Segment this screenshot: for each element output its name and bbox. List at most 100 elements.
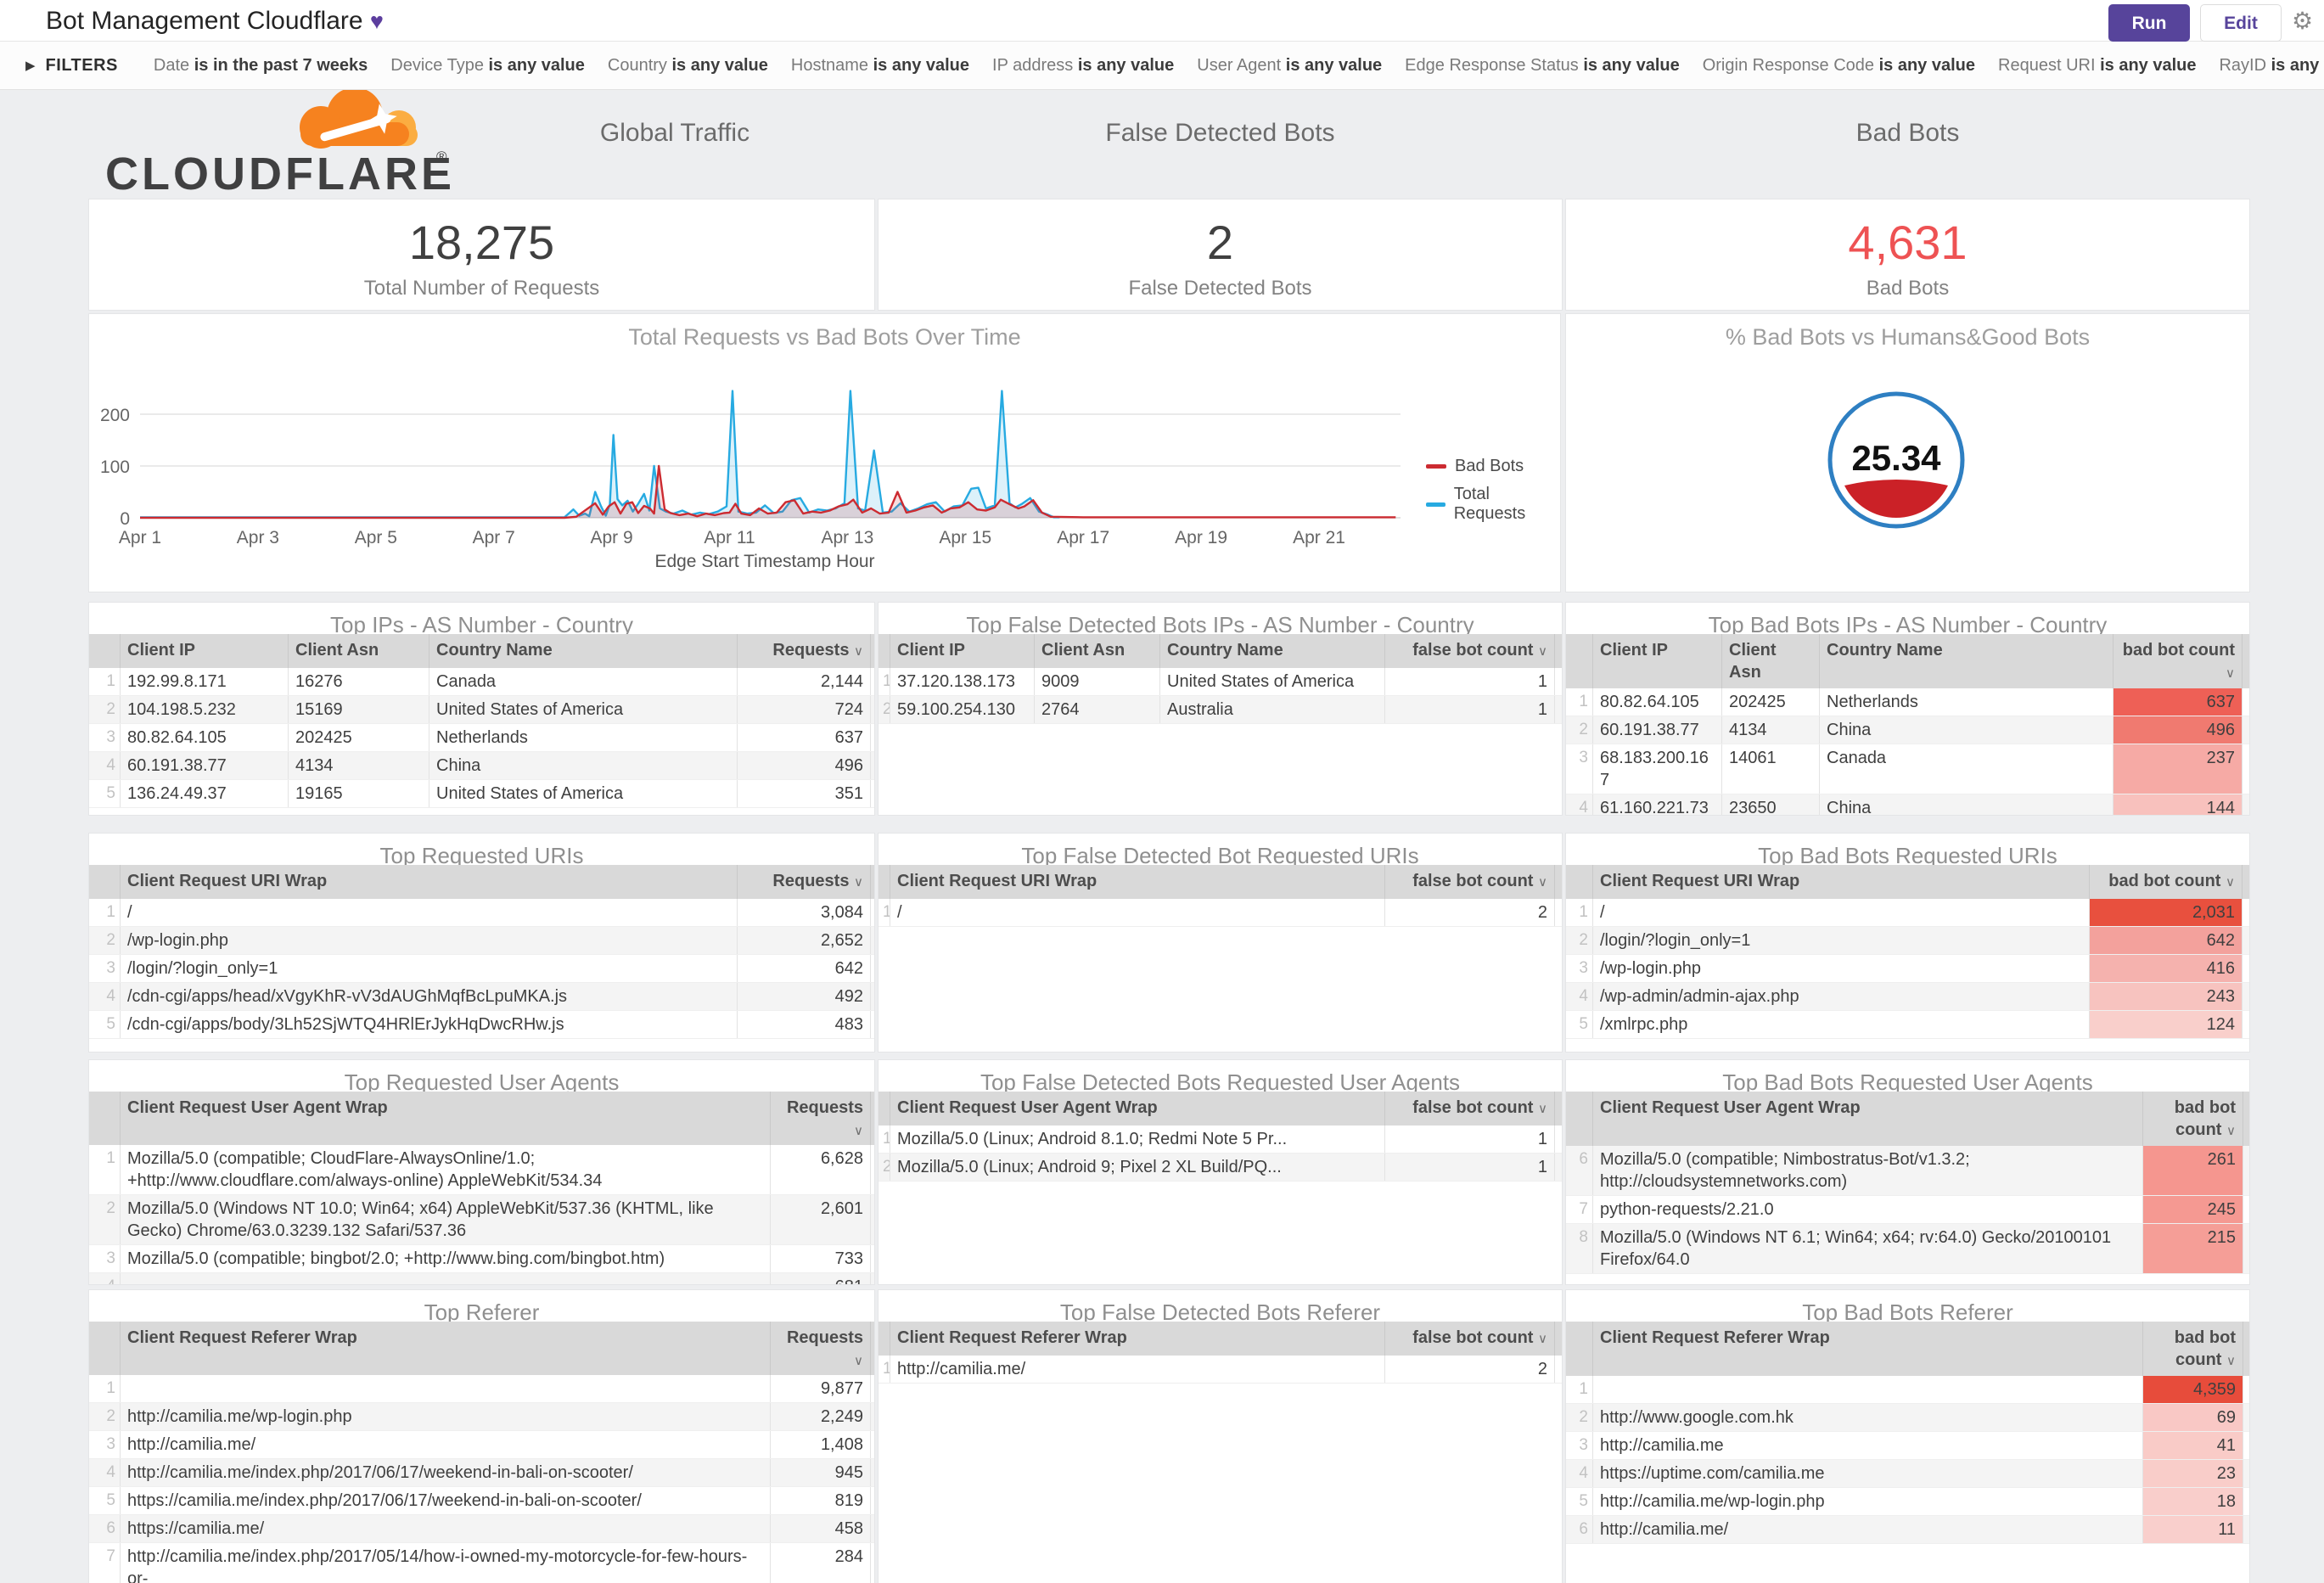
table-cell[interactable]: 1,408 <box>771 1431 871 1458</box>
filter-chip[interactable]: Date is in the past 7 weeks <box>154 56 368 76</box>
table-cell[interactable]: United States of America <box>429 780 738 807</box>
table-cell[interactable]: /wp-admin/admin-ajax.php <box>1593 983 2090 1010</box>
table-cell[interactable] <box>121 1375 771 1402</box>
column-header[interactable]: Client IP <box>121 634 289 668</box>
gear-icon[interactable]: ⚙ <box>2292 7 2313 35</box>
table-cell[interactable]: /login/?login_only=1 <box>121 955 738 982</box>
table-cell[interactable]: 237 <box>2113 744 2243 794</box>
table-cell[interactable]: /xmlrpc.php <box>1593 1011 2090 1038</box>
table-cell[interactable]: 215 <box>2143 1224 2243 1273</box>
column-header[interactable]: Requests ∨ <box>771 1322 871 1375</box>
table-cell[interactable]: 3,084 <box>738 899 871 926</box>
table-cell[interactable]: / <box>1593 899 2090 926</box>
table-cell[interactable]: Netherlands <box>1820 688 2113 716</box>
table-cell[interactable]: 1 <box>1385 696 1555 723</box>
table-cell[interactable]: http://www.google.com.hk <box>1593 1404 2143 1431</box>
table-cell[interactable]: 2,601 <box>771 1195 871 1244</box>
table-cell[interactable]: /wp-login.php <box>121 927 738 954</box>
table-cell[interactable]: 9009 <box>1035 668 1160 695</box>
table-cell[interactable]: Mozilla/5.0 (compatible; CloudFlare-Alwa… <box>121 1145 771 1194</box>
table-cell[interactable]: /login/?login_only=1 <box>1593 927 2090 954</box>
table-cell[interactable]: 416 <box>2090 955 2243 982</box>
table-cell[interactable]: 4,359 <box>2143 1376 2243 1403</box>
table-cell[interactable]: 15169 <box>289 696 429 723</box>
column-header[interactable]: bad bot count ∨ <box>2143 1322 2243 1376</box>
table-cell[interactable]: China <box>429 752 738 779</box>
table-cell[interactable]: http://camilia.me/ <box>890 1356 1385 1383</box>
table-cell[interactable]: 4134 <box>289 752 429 779</box>
kpi-total-requests[interactable]: 18,275 Total Number of Requests <box>89 199 874 310</box>
filter-chip[interactable]: RayID is any value <box>2219 56 2324 76</box>
total-requests-line[interactable] <box>140 390 1060 519</box>
table-cell[interactable]: 245 <box>2143 1196 2243 1223</box>
column-header[interactable]: bad bot count ∨ <box>2113 634 2243 688</box>
column-header[interactable]: false bot count ∨ <box>1385 1322 1555 1356</box>
table-cell[interactable]: http://camilia.me/ <box>1593 1516 2143 1543</box>
filter-chip[interactable]: Country is any value <box>608 56 768 76</box>
column-header[interactable]: Country Name <box>429 634 738 668</box>
table-cell[interactable]: China <box>1820 716 2113 744</box>
table-cell[interactable]: https://camilia.me/ <box>121 1515 771 1542</box>
column-header[interactable]: Client Request URI Wrap <box>1593 865 2090 899</box>
table-cell[interactable]: 1 <box>1385 1126 1555 1153</box>
table-cell[interactable]: 124 <box>2090 1011 2243 1038</box>
table-cell[interactable]: https://camilia.me/index.php/2017/06/17/… <box>121 1487 771 1514</box>
table-cell[interactable]: 724 <box>738 696 871 723</box>
table-cell[interactable]: / <box>890 899 1385 926</box>
table-cell[interactable]: /wp-login.php <box>1593 955 2090 982</box>
filter-chip[interactable]: User Agent is any value <box>1197 56 1382 76</box>
table-cell[interactable]: 144 <box>2113 794 2243 815</box>
column-header[interactable]: Client Asn <box>1035 634 1160 668</box>
table-cell[interactable]: Mozilla/5.0 (Linux; Android 8.1.0; Redmi… <box>890 1126 1385 1153</box>
column-header[interactable]: Client IP <box>890 634 1035 668</box>
table-cell[interactable]: 1 <box>1385 1154 1555 1181</box>
table-cell[interactable]: 458 <box>771 1515 871 1542</box>
table-cell[interactable]: 2 <box>1385 899 1555 926</box>
column-header[interactable]: Client IP <box>1593 634 1722 688</box>
table-cell[interactable]: United States of America <box>1160 668 1385 695</box>
table-cell[interactable]: 14061 <box>1722 744 1820 794</box>
table-cell[interactable]: 23 <box>2143 1460 2243 1487</box>
filter-chip[interactable]: Origin Response Code is any value <box>1703 56 1975 76</box>
table-cell[interactable]: 9,877 <box>771 1375 871 1402</box>
gauge-bad-bots-percent[interactable]: % Bad Bots vs Humans&Good Bots 25.34 <box>1566 314 2249 592</box>
filter-chip[interactable]: Hostname is any value <box>791 56 969 76</box>
table-cell[interactable]: 2,031 <box>2090 899 2243 926</box>
column-header[interactable]: Requests ∨ <box>738 634 871 668</box>
column-header[interactable]: Client Request Referer Wrap <box>1593 1322 2143 1376</box>
table-cell[interactable]: 733 <box>771 1245 871 1272</box>
table-cell[interactable]: Mozilla/5.0 (Windows NT 10.0; Win64; x64… <box>121 1195 771 1244</box>
column-header[interactable]: Client Asn <box>289 634 429 668</box>
table-cell[interactable]: 69 <box>2143 1404 2243 1431</box>
column-header[interactable]: Client Request URI Wrap <box>121 865 738 899</box>
table-cell[interactable]: 6,628 <box>771 1145 871 1194</box>
table-cell[interactable]: 4134 <box>1722 716 1820 744</box>
table-cell[interactable]: 642 <box>738 955 871 982</box>
table-cell[interactable]: 637 <box>738 724 871 751</box>
table-cell[interactable]: 637 <box>2113 688 2243 716</box>
filter-chip[interactable]: Edge Response Status is any value <box>1405 56 1680 76</box>
kpi-false-detected-bots[interactable]: 2 False Detected Bots <box>879 199 1562 310</box>
table-cell[interactable]: https://uptime.com/camilia.me <box>1593 1460 2143 1487</box>
table-cell[interactable]: 945 <box>771 1459 871 1486</box>
table-cell[interactable]: 2,249 <box>771 1403 871 1430</box>
table-cell[interactable]: 60.191.38.77 <box>121 752 289 779</box>
table-cell[interactable]: 59.100.254.130 <box>890 696 1035 723</box>
table-cell[interactable]: Netherlands <box>429 724 738 751</box>
table-cell[interactable]: Canada <box>429 668 738 695</box>
table-cell[interactable]: 37.120.138.173 <box>890 668 1035 695</box>
table-cell[interactable]: China <box>1820 794 2113 815</box>
table-cell[interactable]: 23650 <box>1722 794 1820 815</box>
column-header[interactable]: Requests ∨ <box>771 1092 871 1145</box>
table-cell[interactable]: 681 <box>771 1273 871 1284</box>
kpi-bad-bots[interactable]: 4,631 Bad Bots <box>1566 199 2249 310</box>
filter-chip[interactable]: Request URI is any value <box>1998 56 2196 76</box>
table-cell[interactable]: 60.191.38.77 <box>1593 716 1722 744</box>
legend-item[interactable]: Bad Bots <box>1426 457 1560 476</box>
table-cell[interactable]: 18 <box>2143 1488 2243 1515</box>
column-header[interactable]: false bot count ∨ <box>1385 634 1555 668</box>
column-header[interactable]: Country Name <box>1820 634 2113 688</box>
table-cell[interactable]: 104.198.5.232 <box>121 696 289 723</box>
table-cell[interactable]: 496 <box>2113 716 2243 744</box>
table-cell[interactable]: 80.82.64.105 <box>1593 688 1722 716</box>
